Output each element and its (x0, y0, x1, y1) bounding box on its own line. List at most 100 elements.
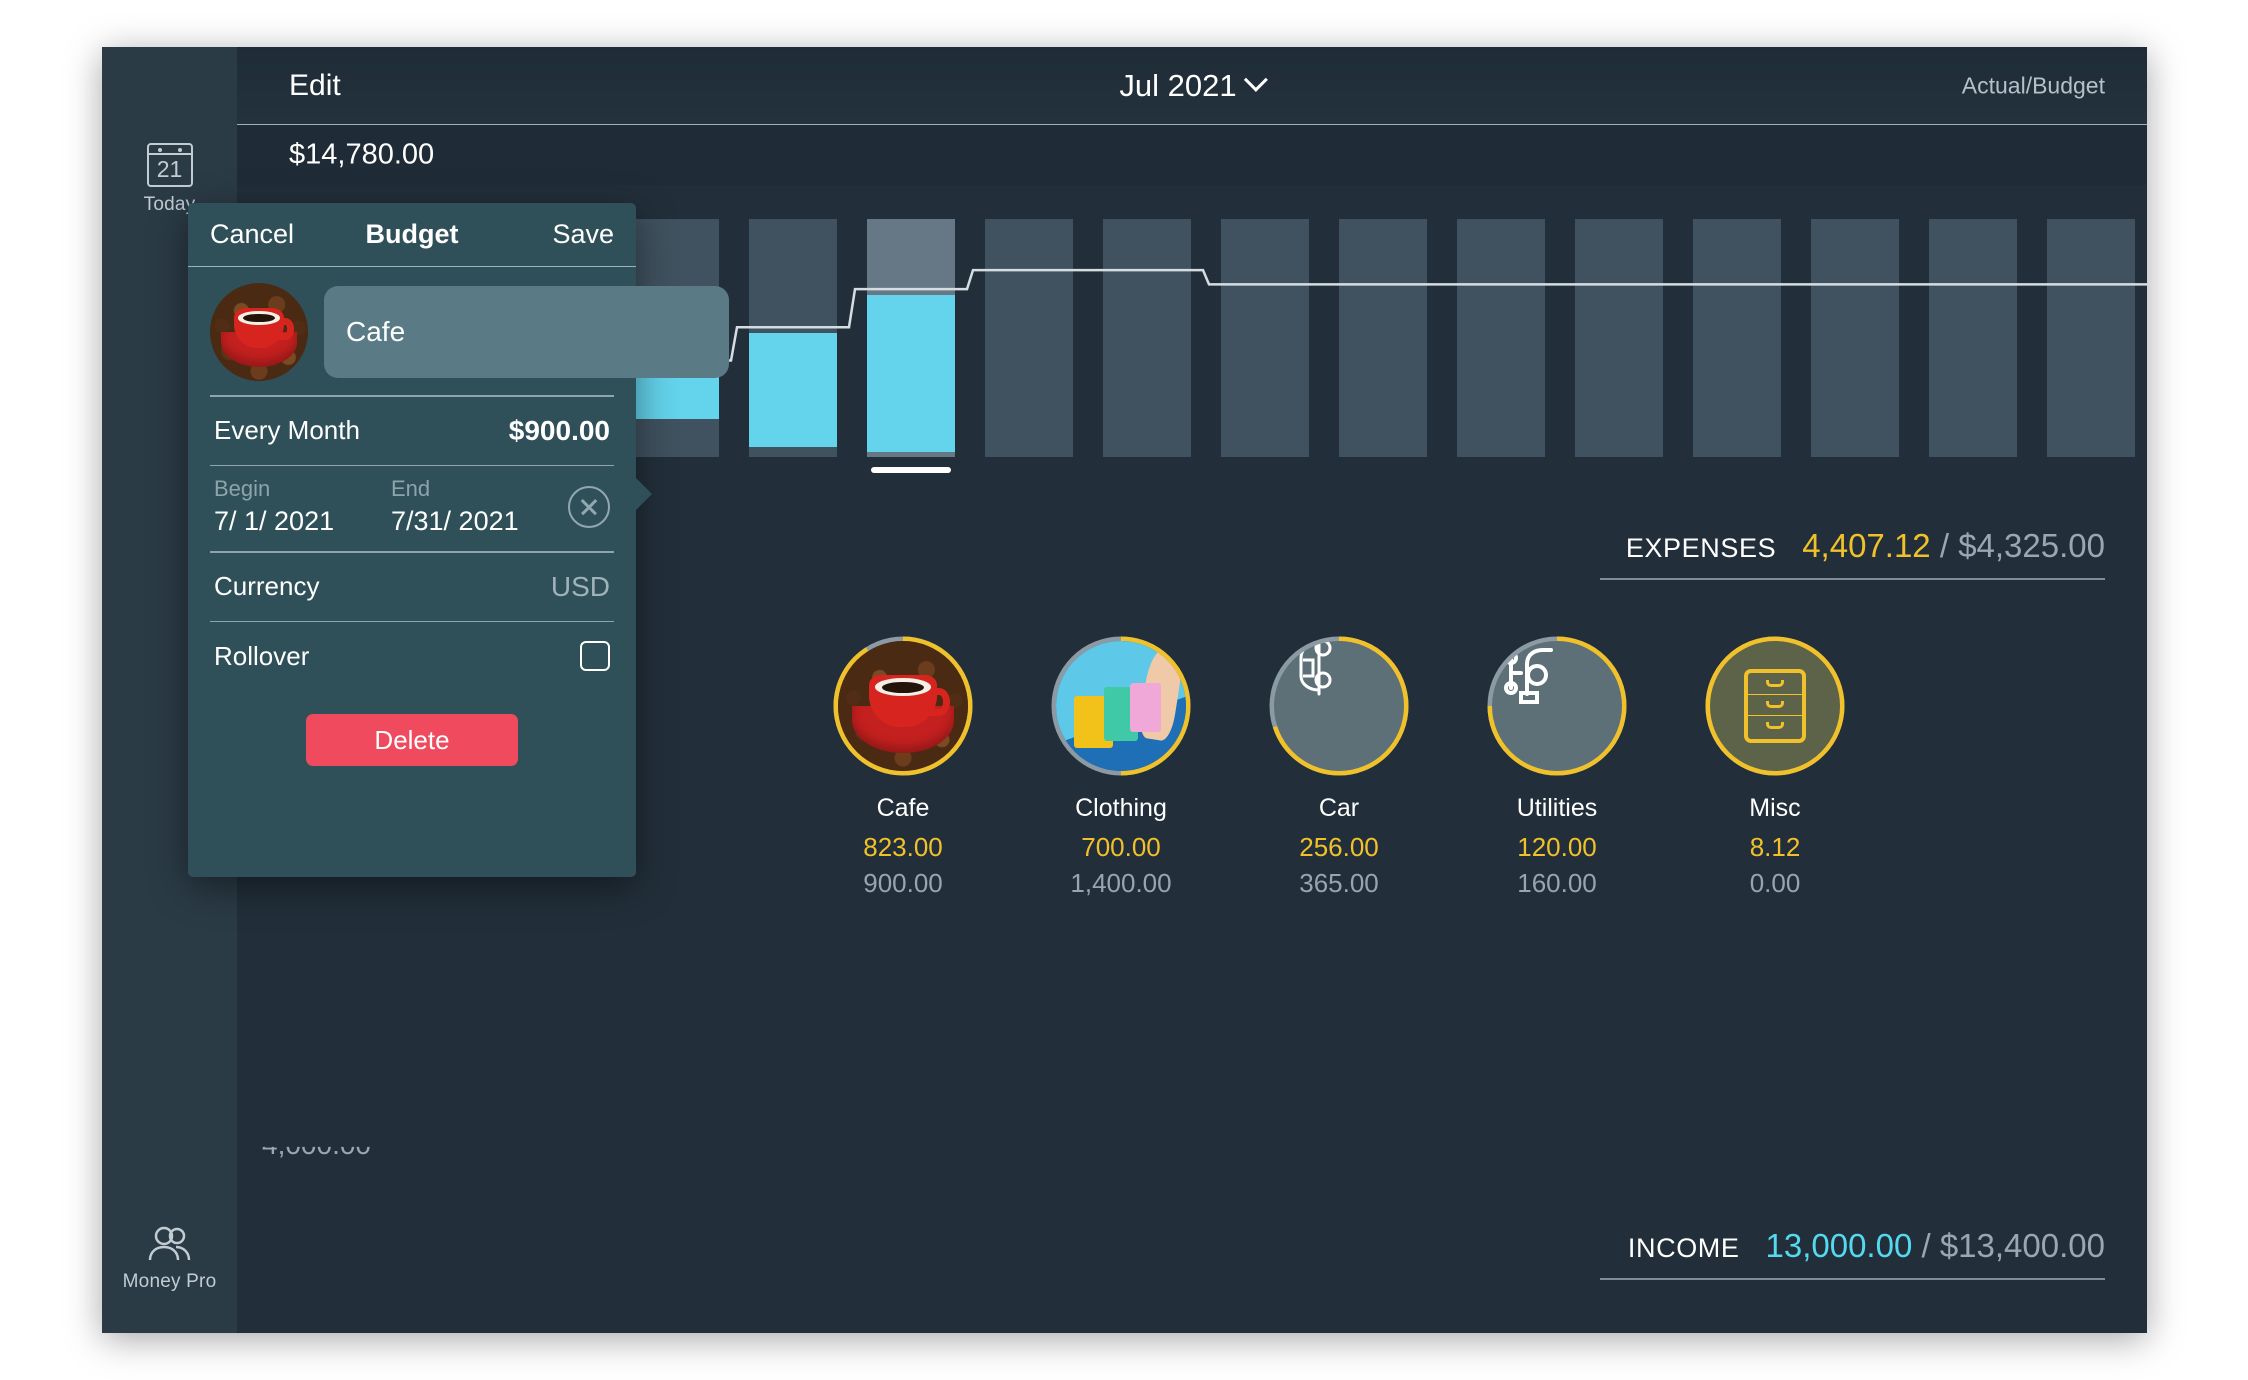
top-bar: Edit Jul 2021 Actual/Budget (237, 47, 2147, 125)
begin-date-field[interactable]: Begin 7/ 1/ 2021 (214, 476, 381, 537)
category-planned: 365.00 (1299, 868, 1379, 898)
expenses-actual: 4,407.12 (1802, 527, 1931, 564)
category-progress-ring (1265, 632, 1413, 780)
modal-title: Budget (365, 219, 459, 249)
chart-bar[interactable] (1221, 219, 1309, 457)
category-name: Utilities (1516, 794, 1598, 822)
chart-bar[interactable] (1103, 219, 1191, 457)
people-icon (148, 1226, 190, 1261)
rollover-row[interactable]: Rollover (188, 622, 636, 690)
income-actual: 13,000.00 (1765, 1227, 1913, 1264)
category-name: Car (1318, 794, 1360, 822)
app-window: 21 Today Money Pro Edit Jul 2021 Actual/… (102, 47, 2147, 1333)
currency-value: USD (550, 570, 610, 602)
bar-base (1929, 219, 2017, 457)
repeat-amount-row[interactable]: Every Month $900.00 (188, 397, 636, 465)
edit-button[interactable]: Edit (289, 69, 341, 103)
category-item-clothing[interactable]: Clothing 700.00 1,400.00 (1026, 632, 1216, 899)
category-item-cafe[interactable]: Cafe 823.00 900.00 (808, 632, 998, 899)
bar-base (1693, 219, 1781, 457)
chart-bar[interactable] (1339, 219, 1427, 457)
car-icon (1274, 641, 1404, 771)
category-actual: 256.00 (1299, 832, 1379, 862)
rollover-checkbox[interactable] (580, 641, 610, 671)
category-actual: 700.00 (1081, 832, 1161, 862)
bar-actual (749, 333, 837, 448)
chevron-down-icon (1244, 67, 1269, 92)
calendar-day: 21 (156, 156, 183, 182)
category-progress-ring (1701, 632, 1849, 780)
expenses-rule (1600, 578, 2105, 580)
actual-budget-toggle[interactable]: Actual/Budget (1962, 72, 2105, 99)
coffee-cup-image (838, 641, 968, 771)
chart-bar[interactable] (1457, 219, 1545, 457)
category-name-input[interactable] (324, 286, 729, 378)
modal-pointer (635, 477, 652, 511)
rollover-label: Rollover (214, 640, 310, 671)
category-item-misc[interactable]: Misc 8.12 0.00 (1680, 632, 1870, 899)
chart-bar[interactable] (867, 219, 955, 473)
category-planned: 0.00 (1749, 868, 1801, 898)
currency-label: Currency (214, 571, 320, 601)
obscured-amount: 4,000.00 (262, 1129, 371, 1160)
calendar-icon: 21 (146, 143, 193, 187)
income-summary: INCOME 13,000.00 / $13,400.00 (1600, 1227, 2105, 1280)
category-item-utilities[interactable]: Utilities 120.00 160.00 (1462, 632, 1652, 899)
category-name: Misc (1749, 794, 1801, 822)
chart-bar[interactable] (2047, 219, 2135, 457)
delete-button[interactable]: Delete (306, 714, 518, 766)
budget-amount-value: $900.00 (508, 414, 610, 446)
category-progress-ring (1047, 632, 1195, 780)
budget-edit-modal: Cancel Budget Save Every Month $900.00 B… (188, 203, 729, 877)
chart-bar[interactable] (985, 219, 1073, 457)
begin-date-value: 7/ 1/ 2021 (214, 506, 335, 536)
repeat-label: Every Month (214, 415, 360, 445)
date-range-row: Begin 7/ 1/ 2021 End 7/31/ 2021 (188, 466, 636, 551)
category-progress-ring (829, 632, 977, 780)
chart-bar[interactable] (1693, 219, 1781, 457)
currency-row[interactable]: Currency USD (188, 553, 636, 621)
expenses-planned: $4,325.00 (1958, 527, 2105, 564)
bar-base (1457, 219, 1545, 457)
modal-header: Cancel Budget Save (188, 203, 636, 267)
clear-circle-icon[interactable] (568, 485, 610, 528)
category-actual: 8.12 (1749, 832, 1801, 862)
end-date-value: 7/31/ 2021 (391, 506, 519, 536)
category-name-row (188, 267, 729, 395)
cabinet-icon (1710, 641, 1840, 771)
bar-base (1811, 219, 1899, 457)
bar-base (985, 219, 1073, 457)
category-actual: 823.00 (863, 832, 943, 862)
income-planned: $13,400.00 (1939, 1227, 2105, 1264)
sidebar-item-money-pro[interactable]: Money Pro (102, 1224, 237, 1293)
category-item-car[interactable]: Car 256.00 365.00 (1244, 632, 1434, 899)
chart-bar[interactable] (1811, 219, 1899, 457)
income-rule (1600, 1278, 2105, 1280)
bar-base (1339, 219, 1427, 457)
faucet-icon (1492, 641, 1622, 771)
category-progress-ring (1483, 632, 1631, 780)
bar-base (1221, 219, 1309, 457)
chart-bar[interactable] (1575, 219, 1663, 457)
expenses-label: EXPENSES (1625, 533, 1777, 563)
bar-base (1103, 219, 1191, 457)
period-label: Jul 2021 (1119, 67, 1237, 103)
period-selector[interactable]: Jul 2021 (1119, 67, 1269, 104)
chart-bar[interactable] (749, 219, 837, 457)
category-actual: 120.00 (1517, 832, 1597, 862)
category-planned: 1,400.00 (1070, 868, 1172, 898)
cancel-button[interactable]: Cancel (210, 219, 294, 250)
category-name: Cafe (876, 794, 930, 822)
save-button[interactable]: Save (552, 219, 614, 250)
end-date-field[interactable]: End 7/31/ 2021 (391, 476, 558, 537)
chart-bar[interactable] (1929, 219, 2017, 457)
income-separator: / (1921, 1227, 1931, 1264)
category-planned: 900.00 (863, 868, 943, 898)
end-caption: End (391, 476, 431, 501)
balance-value: $14,780.00 (289, 138, 435, 171)
sidebar-item-money-pro-label: Money Pro (122, 1271, 217, 1292)
expenses-summary: EXPENSES 4,407.12 / $4,325.00 (1600, 527, 2105, 580)
begin-caption: Begin (214, 476, 271, 501)
income-label: INCOME (1627, 1233, 1740, 1263)
coffee-cup-image[interactable] (210, 283, 308, 381)
